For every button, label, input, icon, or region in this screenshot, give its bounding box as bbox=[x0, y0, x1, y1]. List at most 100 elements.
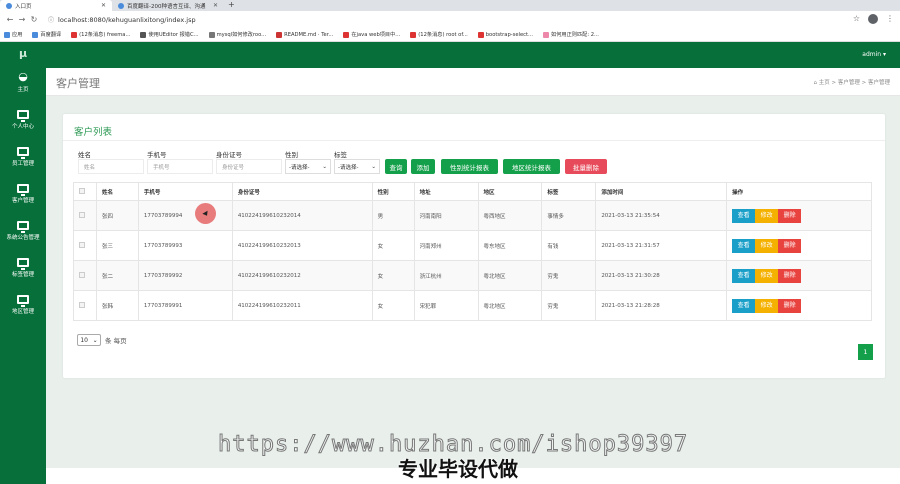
column-header[interactable]: 标签 bbox=[541, 182, 597, 201]
close-icon[interactable]: ✕ bbox=[213, 2, 218, 9]
bookmark-label: (12条消息) freema... bbox=[79, 32, 131, 38]
mouse-cursor-icon bbox=[195, 203, 216, 224]
view-button[interactable]: 查看 bbox=[732, 238, 756, 253]
row-select-cell bbox=[73, 260, 97, 291]
sidebar-item-regions[interactable]: 地区管理 bbox=[0, 286, 46, 323]
browser-tab[interactable]: 百度翻译-200种语言互译、沟通 ✕ bbox=[112, 0, 224, 11]
view-button[interactable]: 查看 bbox=[732, 298, 756, 313]
cell-phone: 17703789992 bbox=[137, 260, 233, 291]
bookmark-item[interactable]: 在java web项目中... bbox=[343, 31, 400, 38]
sidebar-item-home[interactable]: ◒ 主页 bbox=[0, 64, 46, 101]
row-checkbox[interactable] bbox=[79, 271, 85, 278]
page-title: 客户管理 bbox=[56, 77, 100, 90]
bookmark-item[interactable]: 应用 bbox=[4, 31, 22, 38]
new-tab-icon[interactable]: + bbox=[228, 0, 235, 11]
id-number-input[interactable]: 身份证号 bbox=[216, 159, 282, 174]
row-select-cell bbox=[73, 290, 97, 321]
edit-button[interactable]: 修改 bbox=[755, 208, 779, 223]
cell-actions: 查看 修改 删除 bbox=[726, 290, 872, 321]
page-button-current[interactable]: 1 bbox=[858, 344, 873, 360]
cell-address: 河南南阳 bbox=[413, 200, 479, 231]
cell-phone: 17703789991 bbox=[137, 290, 233, 321]
bookmark-item[interactable]: 如何用正则匹配: 2... bbox=[543, 31, 599, 38]
column-header[interactable]: 身份证号 bbox=[231, 182, 373, 201]
close-icon[interactable]: ✕ bbox=[101, 2, 106, 9]
delete-button[interactable]: 删除 bbox=[778, 298, 802, 313]
delete-button[interactable]: 删除 bbox=[778, 208, 802, 223]
bookmark-item[interactable]: (12条消息) root of... bbox=[410, 31, 468, 38]
page-size-select[interactable]: 10 ⌄ bbox=[77, 334, 101, 346]
apps-icon bbox=[4, 31, 10, 38]
url-input[interactable]: ⓘ localhost:8080/kehuguanlixitong/index.j… bbox=[44, 13, 879, 26]
chevron-down-icon: ⌄ bbox=[322, 163, 327, 170]
phone-input[interactable]: 手机号 bbox=[147, 159, 213, 174]
reload-icon[interactable]: ↻ bbox=[28, 15, 40, 24]
sidebar-item-profile[interactable]: 个人中心 bbox=[0, 101, 46, 138]
bookmark-item[interactable]: 百度翻译 bbox=[32, 31, 61, 38]
gender-select[interactable]: -请选择- ⌄ bbox=[285, 159, 331, 174]
star-icon[interactable]: ☆ bbox=[853, 14, 860, 24]
divider bbox=[63, 140, 885, 141]
sidebar-item-customers[interactable]: 客户管理 bbox=[0, 175, 46, 212]
row-checkbox[interactable] bbox=[79, 211, 85, 218]
cell-actions: 查看 修改 删除 bbox=[726, 200, 872, 231]
edit-button[interactable]: 修改 bbox=[755, 298, 779, 313]
back-icon[interactable]: ← bbox=[4, 15, 16, 24]
bookmark-icon bbox=[343, 31, 350, 38]
bookmark-item[interactable]: bootstrap-select... bbox=[477, 31, 533, 38]
url-text: localhost:8080/kehuguanlixitong/index.js… bbox=[58, 15, 196, 24]
customer-table: 姓名 手机号 身份证号 性别 地址 地区 标签 添加时间 操作 张四 17703… bbox=[73, 182, 872, 321]
select-all-checkbox[interactable] bbox=[79, 187, 85, 194]
add-button[interactable]: 添加 bbox=[411, 159, 435, 174]
cell-phone: 17703789993 bbox=[137, 230, 233, 261]
chevron-down-icon: ⌄ bbox=[92, 336, 98, 344]
column-header[interactable]: 姓名 bbox=[95, 182, 139, 201]
select-all-cell bbox=[73, 182, 97, 201]
chevron-down-icon: ⌄ bbox=[371, 163, 376, 170]
menu-icon[interactable]: ⋮ bbox=[886, 14, 894, 24]
cell-id-number: 410224199610232012 bbox=[231, 260, 373, 291]
region-report-button[interactable]: 地区统计报表 bbox=[503, 159, 560, 174]
monitor-icon bbox=[17, 294, 29, 307]
column-header[interactable]: 手机号 bbox=[137, 182, 233, 201]
sidebar-item-employees[interactable]: 员工管理 bbox=[0, 138, 46, 175]
gender-report-button[interactable]: 性别统计报表 bbox=[441, 159, 498, 174]
bookmark-item[interactable]: README.md · Ter... bbox=[276, 31, 333, 38]
cell-address: 浙江杭州 bbox=[413, 260, 479, 291]
favicon-icon bbox=[6, 2, 12, 9]
sidebar-item-label: 员工管理 bbox=[11, 160, 34, 167]
table-row: 张韩 17703789991 410224199610232011 女 宋犯罪 … bbox=[73, 290, 872, 321]
column-header[interactable]: 性别 bbox=[371, 182, 415, 201]
query-button[interactable]: 查询 bbox=[385, 159, 407, 174]
bookmark-icon bbox=[32, 31, 39, 38]
bookmark-item[interactable]: 使用UEditor 报错C... bbox=[140, 31, 199, 38]
bookmark-label: 在java web项目中... bbox=[351, 32, 401, 38]
bookmark-item[interactable]: (12条消息) freema... bbox=[71, 31, 130, 38]
account-icon[interactable] bbox=[868, 14, 878, 24]
user-menu[interactable]: admin ▾ bbox=[862, 51, 886, 58]
name-input[interactable]: 姓名 bbox=[78, 159, 144, 174]
table-header-row: 姓名 手机号 身份证号 性别 地址 地区 标签 添加时间 操作 bbox=[73, 182, 872, 201]
column-header[interactable]: 添加时间 bbox=[595, 182, 728, 201]
table-row: 张二 17703789992 410224199610232012 女 浙江杭州… bbox=[73, 260, 872, 291]
forward-icon[interactable]: → bbox=[16, 15, 28, 24]
delete-button[interactable]: 删除 bbox=[778, 268, 802, 283]
name-label: 姓名 bbox=[78, 151, 91, 159]
row-checkbox[interactable] bbox=[79, 301, 85, 308]
delete-button[interactable]: 删除 bbox=[778, 238, 802, 253]
row-checkbox[interactable] bbox=[79, 241, 85, 248]
batch-delete-button[interactable]: 批量删除 bbox=[565, 159, 607, 174]
column-header[interactable]: 地址 bbox=[413, 182, 479, 201]
browser-tab[interactable]: 入口页 ✕ bbox=[0, 0, 112, 11]
bookmark-item[interactable]: mysql如何修改roo... bbox=[208, 31, 266, 38]
bookmark-icon bbox=[543, 31, 549, 38]
sidebar-item-announcements[interactable]: 系统公告管理 bbox=[0, 212, 46, 249]
column-header[interactable]: 地区 bbox=[477, 182, 543, 201]
tag-select[interactable]: -请选择- ⌄ bbox=[334, 159, 380, 174]
edit-button[interactable]: 修改 bbox=[755, 238, 779, 253]
view-button[interactable]: 查看 bbox=[732, 268, 756, 283]
sidebar: μ ◒ 主页 个人中心 员工管理 客户管理 系统公告管理 标签管理 地区管理 bbox=[0, 42, 46, 484]
edit-button[interactable]: 修改 bbox=[755, 268, 779, 283]
view-button[interactable]: 查看 bbox=[732, 208, 756, 223]
sidebar-item-tags[interactable]: 标签管理 bbox=[0, 249, 46, 286]
